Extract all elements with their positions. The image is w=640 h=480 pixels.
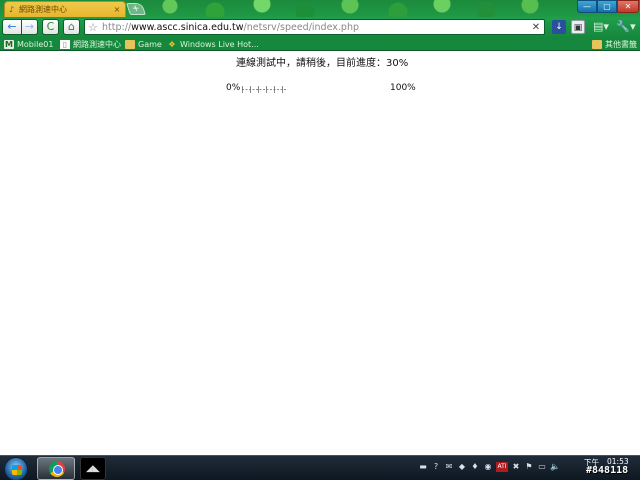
notification-icon[interactable]: ✉	[444, 462, 454, 472]
keyboard-icon[interactable]: ▬	[418, 462, 428, 472]
taskbar-chrome-button[interactable]	[37, 457, 75, 480]
image-watermark: #848118	[586, 465, 629, 476]
network-disabled-icon[interactable]: ✖	[511, 462, 521, 472]
other-bookmarks-label: 其他書籤	[605, 39, 637, 49]
reload-button[interactable]: C	[42, 19, 59, 35]
wrench-menu-icon[interactable]: 🔧▾	[616, 20, 636, 34]
action-center-flag-icon[interactable]: ⚑	[524, 462, 534, 472]
tab-close-icon[interactable]: ×	[113, 5, 121, 14]
bookmark-label: Mobile01	[17, 39, 54, 49]
extension-icon[interactable]: ↓	[552, 20, 566, 34]
bookmark-star-icon[interactable]: ☆	[88, 21, 102, 34]
bookmark-mobile01[interactable]: M Mobile01	[4, 38, 53, 50]
bookmark-label: 網路測速中心	[73, 39, 121, 49]
nvidia-icon[interactable]: ◆	[457, 462, 467, 472]
help-icon[interactable]: ?	[431, 462, 441, 472]
bookmarks-bar: M Mobile01 ▯ 網路測速中心 Game ❖ Windows Live …	[0, 37, 640, 51]
progress-tick-marks	[242, 86, 286, 93]
url-path: /netsrv/speed/index.php	[243, 21, 359, 33]
tab-favicon-icon: ♪	[9, 5, 15, 14]
browser-toolbar: ← → C ⌂ ☆ http://www.ascc.sinica.edu.tw/…	[0, 17, 640, 37]
display-icon[interactable]: ▭	[537, 462, 547, 472]
back-button[interactable]: ←	[2, 19, 22, 35]
forward-button[interactable]: →	[21, 19, 38, 35]
extension-window-icon[interactable]: ▣	[571, 20, 585, 34]
bookmark-speedtest[interactable]: ▯ 網路測速中心	[60, 38, 121, 50]
folder-icon	[125, 39, 135, 49]
windows-logo-icon	[12, 465, 22, 475]
tray-app-icon[interactable]: ♦	[470, 462, 480, 472]
start-button[interactable]	[4, 457, 28, 480]
taskbar-steam-button[interactable]: ◢◣	[80, 457, 106, 480]
minimize-button[interactable]: —	[577, 0, 597, 13]
bookmark-windows-live[interactable]: ❖ Windows Live Hot...	[167, 38, 259, 50]
tab-title: 網路測速中心	[19, 5, 67, 14]
clear-url-icon[interactable]: ✕	[531, 22, 541, 33]
home-button[interactable]: ⌂	[63, 19, 80, 35]
progress-end-label: 100%	[390, 83, 416, 93]
bookmark-label: Windows Live Hot...	[180, 39, 259, 49]
ati-icon[interactable]: ATI	[496, 462, 508, 472]
progress-bar-fill	[242, 85, 286, 93]
url-host: www.ascc.sinica.edu.tw	[131, 21, 244, 33]
bookmark-folder-game[interactable]: Game	[125, 38, 162, 50]
chrome-icon	[49, 461, 65, 477]
maximize-button[interactable]: ▢	[597, 0, 617, 13]
windows-icon: ❖	[168, 39, 176, 49]
new-tab-button[interactable]: +	[126, 3, 146, 15]
system-tray: ▬ ? ✉ ◆ ♦ ◉ ATI ✖ ⚑ ▭ 🔈	[418, 462, 560, 472]
close-button[interactable]: ✕	[617, 0, 639, 13]
progress-status-text: 連線測試中，請稍後，目前進度：30%	[236, 58, 409, 69]
taskbar: ◢◣ ▬ ? ✉ ◆ ♦ ◉ ATI ✖ ⚑ ▭ 🔈	[0, 455, 640, 480]
page-menu-icon[interactable]: ▤▾	[591, 20, 611, 34]
browser-tab[interactable]: ♪ 網路測速中心 ×	[4, 1, 126, 17]
screen: ♪ 網路測速中心 × + — ▢ ✕ ← → C ⌂ ☆ http://www.…	[0, 0, 640, 480]
other-bookmarks-folder[interactable]: 其他書籤	[592, 38, 637, 50]
folder-icon	[592, 39, 602, 49]
progress-start-label: 0%	[226, 83, 241, 93]
address-bar[interactable]: ☆ http://www.ascc.sinica.edu.tw/netsrv/s…	[84, 19, 545, 35]
bookmark-label: Game	[138, 39, 162, 49]
url-text[interactable]: http://www.ascc.sinica.edu.tw/netsrv/spe…	[102, 22, 531, 33]
steam-tray-icon[interactable]: ◉	[483, 462, 493, 472]
url-scheme: http://	[102, 21, 132, 33]
mobile01-icon: M	[4, 39, 14, 49]
progress-bar	[242, 85, 390, 93]
steam-icon: ◢◣	[86, 464, 100, 474]
title-bar: ♪ 網路測速中心 × + — ▢ ✕	[0, 0, 640, 17]
volume-icon[interactable]: 🔈	[550, 462, 560, 472]
page-icon: ▯	[60, 39, 70, 49]
